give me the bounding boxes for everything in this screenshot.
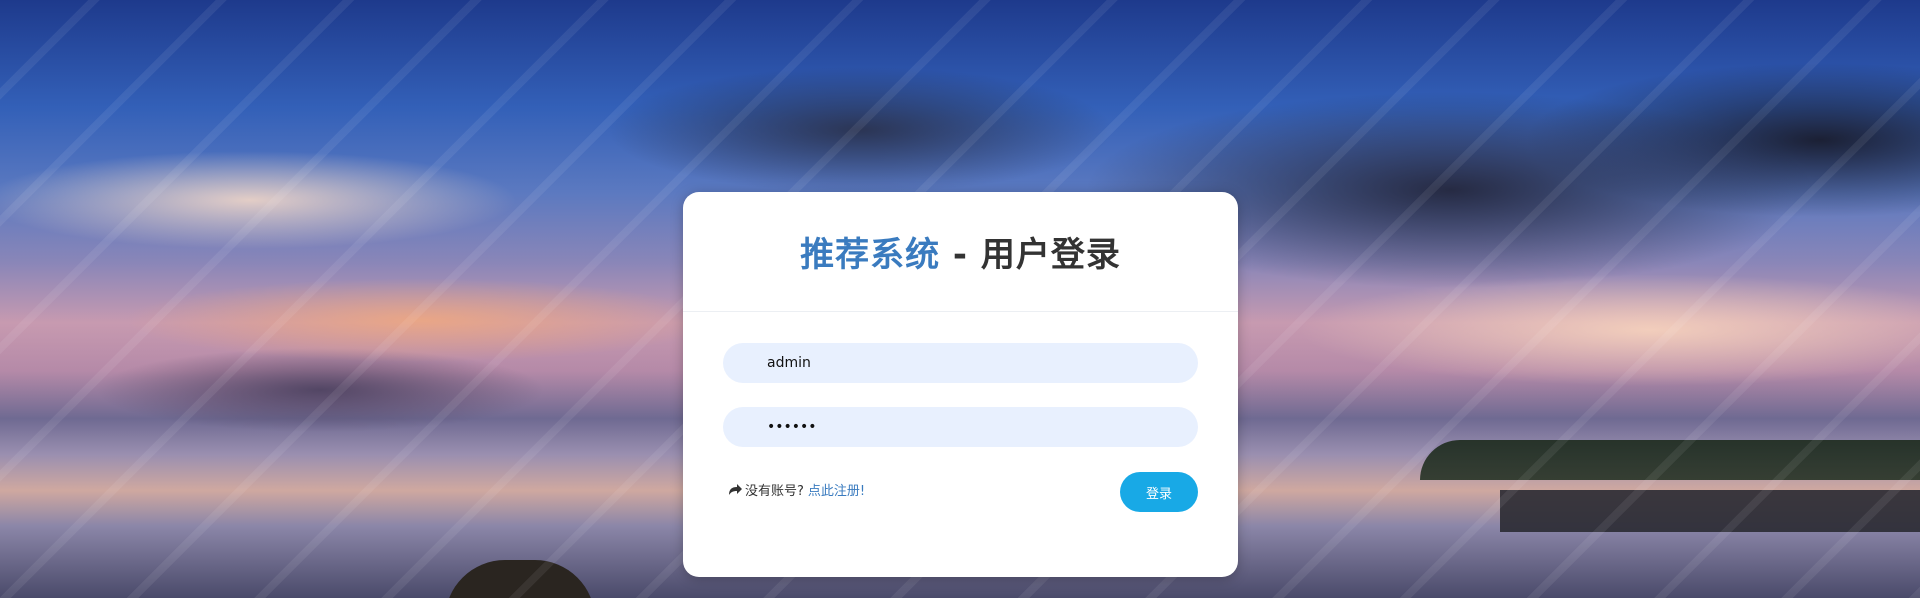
login-page: 推荐系统 - 用户登录 没有账号? 点此注册! 登录 (0, 0, 1920, 598)
register-row: 没有账号? 点此注册! (728, 479, 865, 499)
title-accent: 推荐系统 (800, 235, 941, 275)
title-rest: - 用户登录 (940, 235, 1121, 275)
register-prompt: 没有账号? (745, 483, 804, 499)
login-button[interactable]: 登录 (1120, 472, 1198, 512)
password-input[interactable] (723, 407, 1198, 447)
username-input[interactable] (723, 343, 1198, 383)
background-pier (1500, 490, 1920, 532)
share-icon (728, 482, 743, 496)
background-shoreline (1420, 440, 1920, 480)
page-title: 推荐系统 - 用户登录 (800, 227, 1121, 276)
register-link[interactable]: 点此注册! (808, 480, 865, 499)
login-card-header: 推荐系统 - 用户登录 (683, 192, 1238, 312)
login-card: 推荐系统 - 用户登录 没有账号? 点此注册! 登录 (683, 192, 1238, 577)
